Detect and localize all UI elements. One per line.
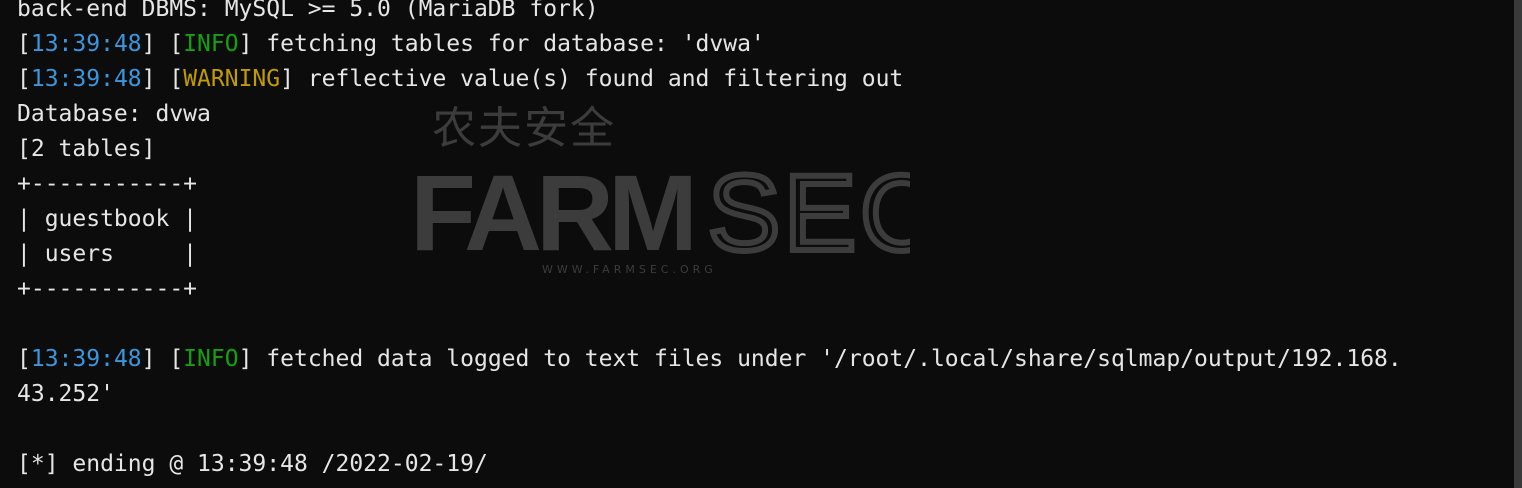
scrollbar-thumb[interactable] [1514,0,1522,488]
plain-text: | users | [17,241,198,267]
bracket-open: [ [17,66,31,92]
bracket-close: ] [238,346,253,372]
terminal-line: | guestbook | [17,202,1402,237]
terminal-line: [13:39:48] [INFO] fetching tables for da… [17,27,1402,62]
log-message: fetching tables for database: 'dvwa' [252,31,765,57]
log-level: INFO [183,31,239,57]
bracket-open: [ [17,346,31,372]
terminal-line: 43.252' [17,377,1402,412]
bracket-close: ] [280,66,294,92]
vertical-scrollbar[interactable] [1514,0,1522,488]
plain-text: 43.252' [17,381,114,407]
plain-text: [*] ending @ 13:39:48 /2022-02-19/ [17,451,488,477]
plain-text: back-end DBMS: MySQL >= 5.0 (MariaDB for… [17,0,599,22]
bracket-separator: ] [ [141,66,184,92]
bracket-separator: ] [ [141,346,184,372]
terminal-line: [13:39:48] [INFO] fetched data logged to… [17,342,1402,377]
bracket-separator: ] [ [141,31,184,57]
terminal-line: Database: dvwa [17,97,1402,132]
bracket-close: ] [238,31,253,57]
terminal-line: back-end DBMS: MySQL >= 5.0 (MariaDB for… [17,0,1402,27]
log-timestamp: 13:39:48 [30,31,142,57]
log-level: WARNING [183,66,281,92]
plain-text: +-----------+ [17,276,198,302]
log-level: INFO [183,346,239,372]
plain-text: [2 tables] [17,136,156,162]
plain-text [17,416,31,442]
plain-text: | guestbook | [17,206,198,232]
terminal-line: [2 tables] [17,132,1402,167]
log-timestamp: 13:39:48 [30,66,142,92]
plain-text: Database: dvwa [17,101,211,127]
log-timestamp: 13:39:48 [30,346,142,372]
terminal-line: +-----------+ [17,167,1402,202]
terminal-line: [*] ending @ 13:39:48 /2022-02-19/ [17,447,1402,482]
terminal-line: | users | [17,237,1402,272]
terminal-output: back-end DBMS: MySQL >= 5.0 (MariaDB for… [17,0,1402,482]
plain-text: +-----------+ [17,171,198,197]
terminal-line [17,307,1402,342]
terminal-line: +-----------+ [17,272,1402,307]
bracket-open: [ [17,31,31,57]
terminal-line [17,412,1402,447]
log-message: reflective value(s) found and filtering … [293,66,904,92]
terminal-window[interactable]: back-end DBMS: MySQL >= 5.0 (MariaDB for… [0,0,1522,488]
terminal-line: [13:39:48] [WARNING] reflective value(s)… [17,62,1402,97]
log-message: fetched data logged to text files under … [252,346,1402,372]
plain-text [17,311,31,337]
